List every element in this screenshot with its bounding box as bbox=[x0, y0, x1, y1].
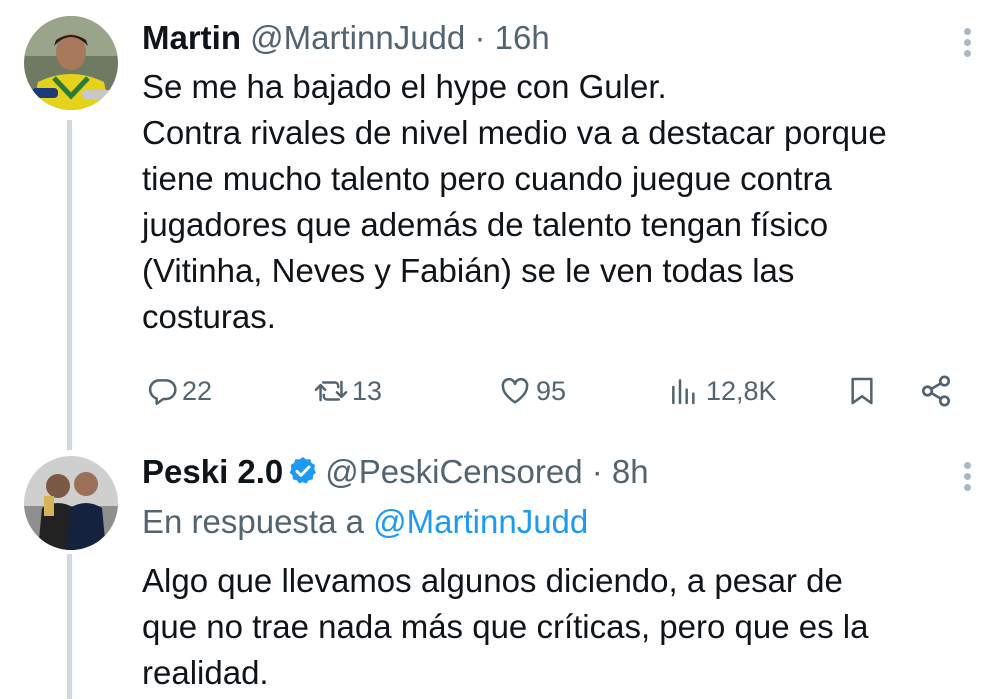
tweet-line: Contra rivales de nivel medio va a desta… bbox=[142, 114, 887, 151]
timestamp[interactable]: 16h bbox=[495, 19, 550, 56]
tweet-line: (Vitinha, Neves y Fabián) se le ven toda… bbox=[142, 252, 795, 289]
reply-count: 22 bbox=[182, 375, 213, 406]
bookmark-icon bbox=[846, 374, 878, 408]
action-bar: 22 13 95 12,8K bbox=[142, 368, 972, 414]
thread-line bbox=[67, 554, 72, 699]
bookmark-button[interactable] bbox=[846, 368, 878, 414]
author-name[interactable]: Martin bbox=[142, 19, 241, 56]
views-icon bbox=[666, 375, 702, 407]
verified-badge-icon[interactable] bbox=[287, 455, 319, 496]
tweet-line: Algo que llevamos algunos diciendo, a pe… bbox=[142, 562, 843, 599]
timestamp[interactable]: 8h bbox=[612, 453, 649, 490]
more-icon[interactable] bbox=[964, 458, 974, 495]
tweet-line: realidad. bbox=[142, 654, 269, 691]
tweet-line: que no trae nada más que críticas, pero … bbox=[142, 608, 869, 645]
reply-icon bbox=[146, 375, 178, 407]
separator: · bbox=[474, 19, 486, 56]
author-name[interactable]: Peski 2.0 bbox=[142, 453, 283, 490]
author-handle[interactable]: @PeskiCensored bbox=[325, 453, 582, 490]
retweet-count: 13 bbox=[352, 375, 383, 406]
author-handle[interactable]: @MartinnJudd bbox=[250, 19, 465, 56]
retweet-button[interactable]: 13 bbox=[314, 368, 382, 414]
reply-context: En respuesta a @MartinnJudd bbox=[142, 502, 588, 542]
tweet-line: tiene mucho talento pero cuando juegue c… bbox=[142, 160, 832, 197]
reply-to-mention[interactable]: @MartinnJudd bbox=[373, 503, 588, 540]
tweet-line: jugadores que además de talento tengan f… bbox=[142, 206, 829, 243]
tweet-text: Se me ha bajado el hype con Guler. Contr… bbox=[142, 64, 982, 340]
reply-button[interactable]: 22 bbox=[146, 368, 212, 414]
reply-to-label: En respuesta a bbox=[142, 503, 364, 540]
like-icon bbox=[498, 375, 532, 407]
like-button[interactable]: 95 bbox=[498, 368, 566, 414]
separator: · bbox=[591, 453, 603, 490]
avatar-martin[interactable] bbox=[24, 16, 118, 110]
tweet-line: Se me ha bajado el hype con Guler. bbox=[142, 68, 667, 105]
avatar-peski[interactable] bbox=[24, 456, 118, 550]
views-button[interactable]: 12,8K bbox=[666, 368, 777, 414]
views-count: 12,8K bbox=[706, 375, 777, 406]
tweet-header: Martin @MartinnJudd · 16h bbox=[142, 18, 550, 58]
tweet-peski[interactable]: Peski 2.0 @PeskiCensored · 8h En respuest… bbox=[0, 450, 1008, 699]
share-button[interactable] bbox=[918, 368, 954, 414]
tweet-martin[interactable]: Martin @MartinnJudd · 16h Se me ha bajad… bbox=[0, 0, 1008, 450]
like-count: 95 bbox=[536, 375, 567, 406]
tweet-header: Peski 2.0 @PeskiCensored · 8h bbox=[142, 452, 649, 496]
retweet-icon bbox=[314, 375, 348, 407]
more-icon[interactable] bbox=[964, 24, 974, 61]
thread-line bbox=[67, 120, 72, 450]
share-icon bbox=[918, 374, 954, 408]
tweet-text: Algo que llevamos algunos diciendo, a pe… bbox=[142, 558, 982, 696]
tweet-line: costuras. bbox=[142, 298, 276, 335]
